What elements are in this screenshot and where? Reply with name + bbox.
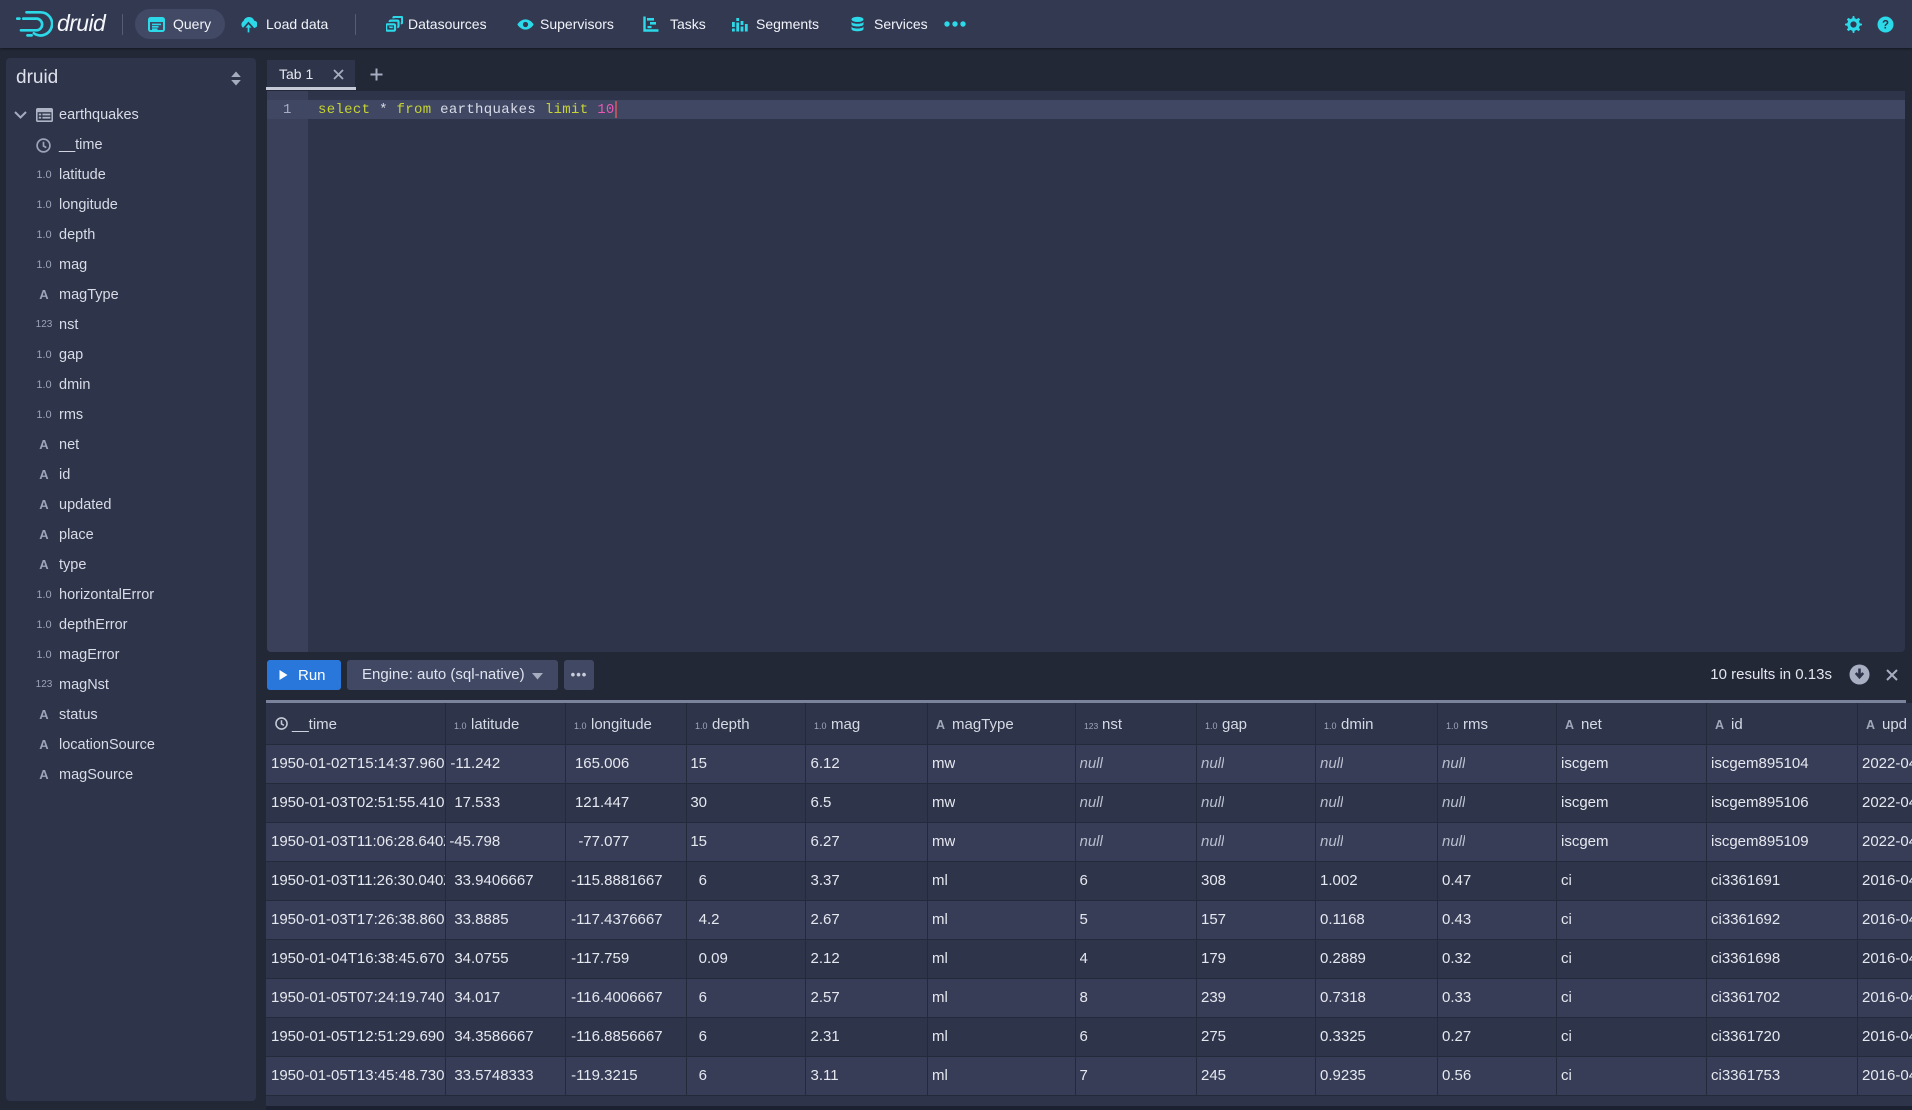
svg-text:?: ? bbox=[1882, 20, 1889, 32]
